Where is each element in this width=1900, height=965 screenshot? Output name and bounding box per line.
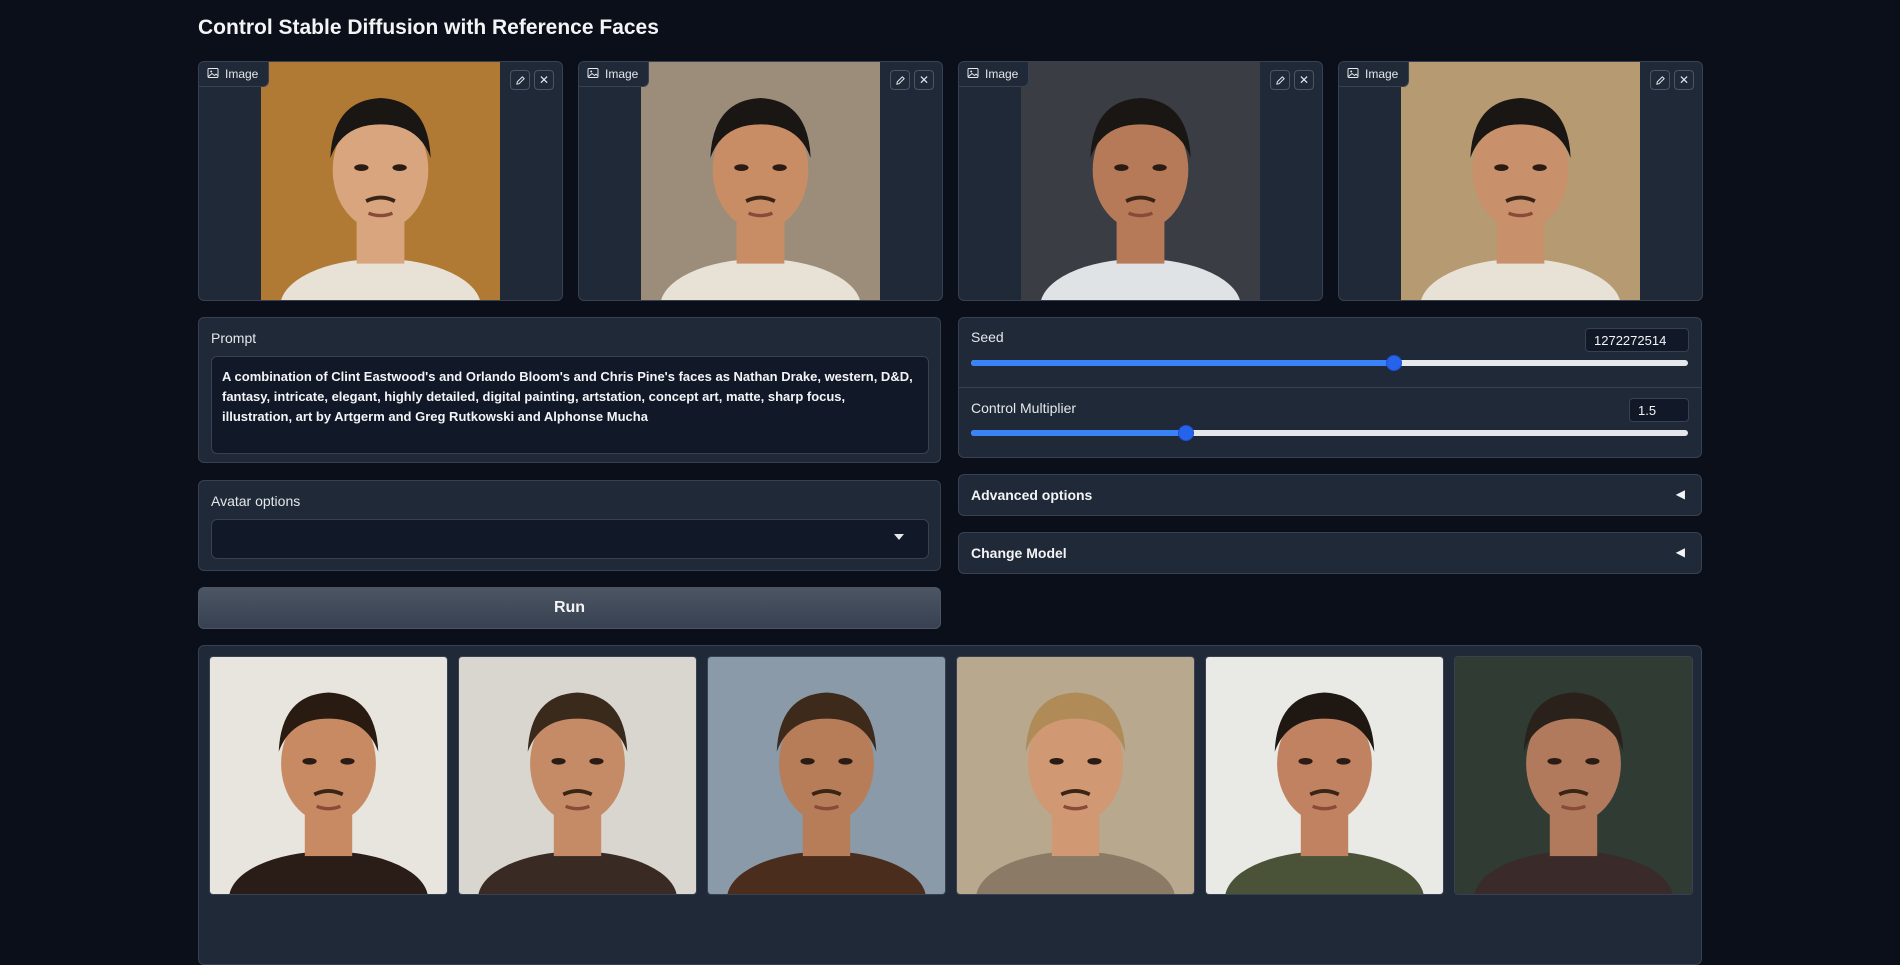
seed-slider-fill xyxy=(971,360,1395,366)
gallery-image-1[interactable] xyxy=(209,656,448,895)
control-multiplier-label: Control Multiplier xyxy=(971,400,1077,416)
close-icon[interactable]: ✕ xyxy=(914,70,934,90)
sliders-divider xyxy=(959,387,1701,388)
run-button[interactable]: Run xyxy=(198,587,941,629)
gallery-image-6[interactable] xyxy=(1454,656,1693,895)
image-label: Image xyxy=(579,62,650,87)
control-multiplier-slider-thumb[interactable] xyxy=(1178,425,1195,441)
avatar-options-label: Avatar options xyxy=(211,493,301,509)
image-label: Image xyxy=(959,62,1030,87)
image-tools: ✕ xyxy=(510,70,554,90)
advanced-options-label: Advanced options xyxy=(971,487,1093,503)
reference-image-input-4[interactable]: Image ✕ xyxy=(1338,61,1703,301)
control-multiplier-slider[interactable] xyxy=(971,425,1688,441)
reference-image-input-3[interactable]: Image ✕ xyxy=(958,61,1323,301)
prompt-textarea[interactable]: A combination of Clint Eastwood's and Or… xyxy=(211,356,929,454)
edit-icon[interactable] xyxy=(1650,70,1670,90)
control-multiplier-input[interactable]: 1.5 xyxy=(1629,398,1689,422)
reference-image-input-2[interactable]: Image ✕ xyxy=(578,61,943,301)
close-icon[interactable]: ✕ xyxy=(1294,70,1314,90)
image-tools: ✕ xyxy=(890,70,934,90)
gallery-image-2[interactable] xyxy=(458,656,697,895)
collapse-arrow-icon: ◀ xyxy=(1675,487,1685,501)
edit-icon[interactable] xyxy=(510,70,530,90)
advanced-options-accordion[interactable]: Advanced options ◀ xyxy=(958,474,1702,516)
gallery-image-3[interactable] xyxy=(707,656,946,895)
chevron-down-icon xyxy=(894,534,904,540)
image-label-text: Image xyxy=(225,67,259,81)
reference-image-input-1[interactable]: Image ✕ xyxy=(198,61,563,301)
gallery-image-4[interactable] xyxy=(956,656,1195,895)
seed-slider-thumb[interactable] xyxy=(1386,355,1403,371)
image-label-text: Image xyxy=(985,67,1019,81)
seed-input[interactable]: 1272272514 xyxy=(1585,328,1689,352)
reference-face-photo xyxy=(261,62,500,300)
reference-face-photo xyxy=(641,62,880,300)
page-title: Control Stable Diffusion with Reference … xyxy=(198,16,659,39)
change-model-label: Change Model xyxy=(971,545,1067,561)
image-label: Image xyxy=(199,62,270,87)
prompt-panel: Prompt A combination of Clint Eastwood's… xyxy=(198,317,941,463)
collapse-arrow-icon: ◀ xyxy=(1675,545,1685,559)
image-label-text: Image xyxy=(605,67,639,81)
image-tools: ✕ xyxy=(1270,70,1314,90)
change-model-accordion[interactable]: Change Model ◀ xyxy=(958,532,1702,574)
gallery-image-5[interactable] xyxy=(1205,656,1444,895)
sliders-panel: Seed 1272272514 Control Multiplier 1.5 xyxy=(958,317,1702,458)
seed-slider[interactable] xyxy=(971,355,1688,371)
image-icon xyxy=(587,67,599,82)
prompt-label: Prompt xyxy=(211,330,257,346)
image-icon xyxy=(1347,67,1359,82)
close-icon[interactable]: ✕ xyxy=(1674,70,1694,90)
reference-face-photo xyxy=(1401,62,1640,300)
image-tools: ✕ xyxy=(1650,70,1694,90)
image-label: Image xyxy=(1339,62,1410,87)
seed-label: Seed xyxy=(971,329,1004,345)
close-icon[interactable]: ✕ xyxy=(534,70,554,90)
image-label-text: Image xyxy=(1365,67,1399,81)
output-gallery xyxy=(198,645,1702,965)
control-multiplier-slider-fill xyxy=(971,430,1187,436)
image-icon xyxy=(967,67,979,82)
edit-icon[interactable] xyxy=(1270,70,1290,90)
avatar-options-panel: Avatar options xyxy=(198,480,941,571)
edit-icon[interactable] xyxy=(890,70,910,90)
image-icon xyxy=(207,67,219,82)
avatar-options-dropdown[interactable] xyxy=(211,519,929,559)
reference-face-photo xyxy=(1021,62,1260,300)
